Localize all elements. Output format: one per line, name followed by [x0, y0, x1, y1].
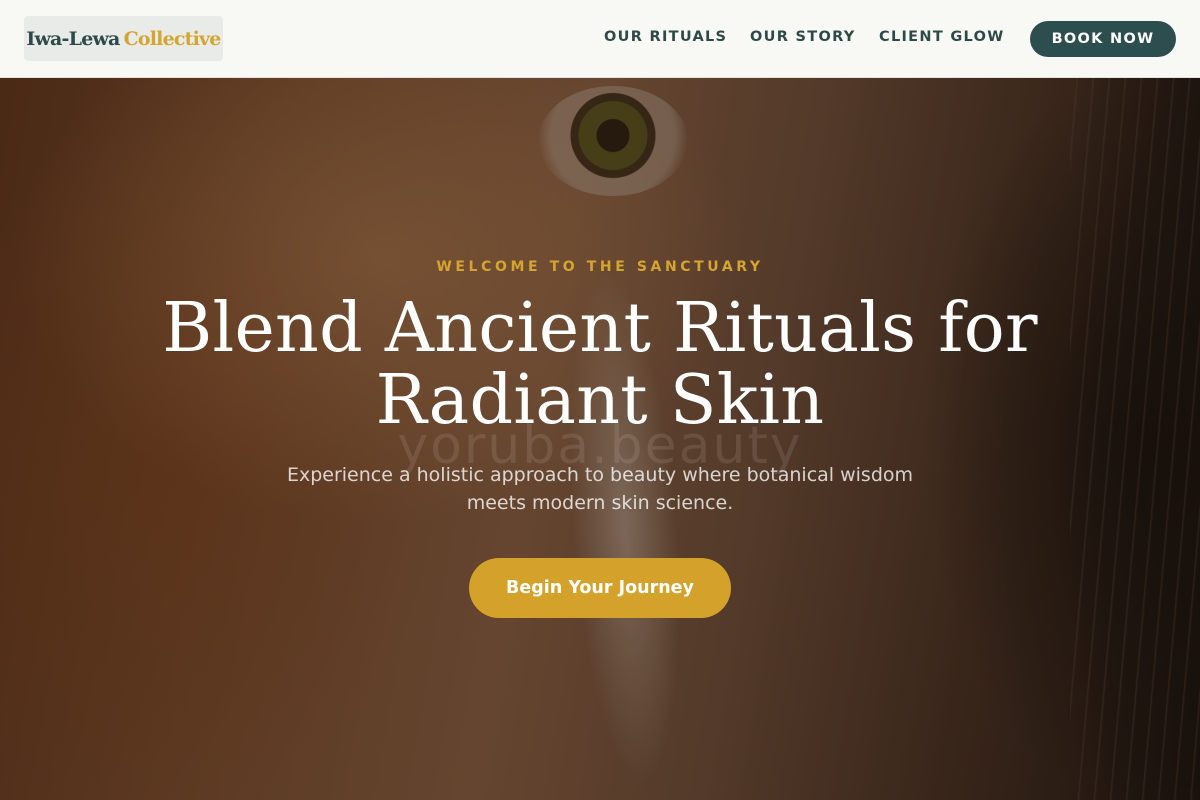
logo-accent-text: Collective [123, 27, 222, 50]
hero-section: yoruba.beauty WELCOME TO THE SANCTUARY B… [0, 78, 1200, 800]
hero-headline-line-2: Radiant Skin [375, 361, 825, 440]
begin-journey-button[interactable]: Begin Your Journey [469, 558, 731, 618]
hero-headline: Blend Ancient Rituals for Radiant Skin [100, 293, 1100, 437]
nav-link-client-glow[interactable]: CLIENT GLOW [879, 29, 1005, 45]
nav-link-our-story[interactable]: OUR STORY [750, 29, 856, 45]
hero-subtext-line-1: Experience a holistic approach to beauty… [286, 464, 914, 486]
nav-link-our-rituals[interactable]: OUR RITUALS [604, 29, 727, 45]
hero-eyebrow: WELCOME TO THE SANCTUARY [436, 259, 764, 275]
site-header: Iwa-Lewa Collective OUR RITUALS OUR STOR… [0, 0, 1200, 78]
hero-subtext: Experience a holistic approach to beauty… [260, 461, 940, 517]
brand-logo[interactable]: Iwa-Lewa Collective [24, 16, 223, 61]
hero-subtext-line-2: meets modern skin science. [466, 492, 734, 514]
hero-headline-line-1: Blend Ancient Rituals for [162, 289, 1038, 368]
book-now-button[interactable]: BOOK NOW [1030, 21, 1176, 57]
logo-primary-text: Iwa-Lewa [26, 27, 120, 50]
